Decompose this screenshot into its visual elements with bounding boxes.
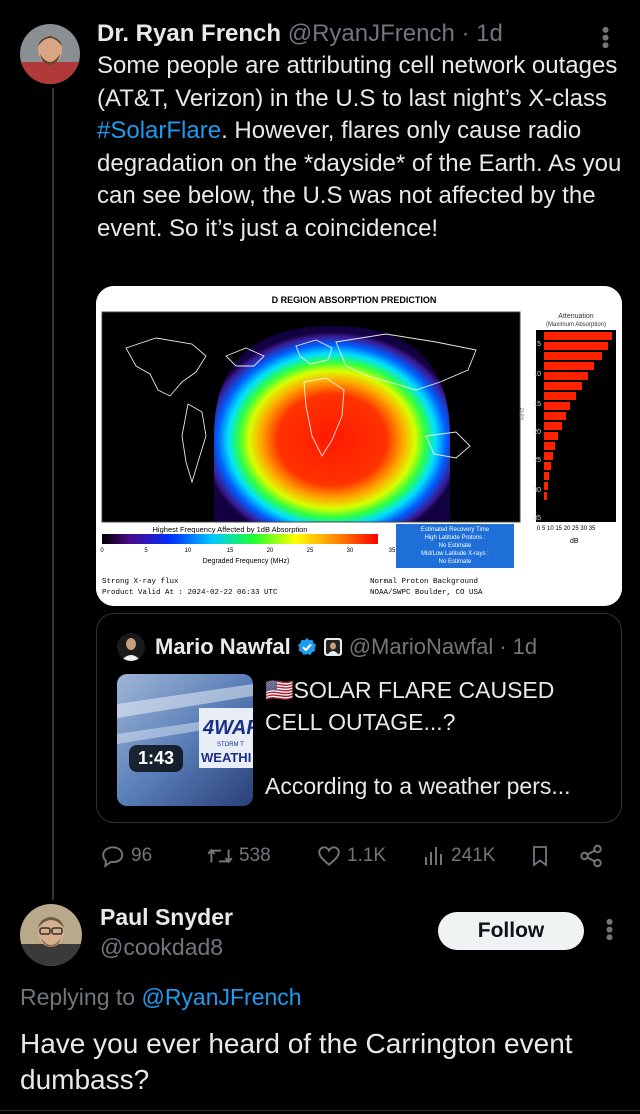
more-options-icon[interactable]: ••• bbox=[593, 26, 618, 49]
thumbnail-weather-text: WEATHI bbox=[201, 750, 251, 765]
source-credit: NOAA/SWPC Boulder, CO USA bbox=[370, 589, 483, 597]
bookmark-icon bbox=[533, 846, 547, 867]
colorbar-tick: 25 bbox=[307, 548, 314, 554]
tweet-body: Some people are attributing cell network… bbox=[97, 50, 627, 245]
video-thumbnail[interactable]: 4WAF STORM T WEATHI 1:43 bbox=[117, 674, 253, 806]
mhz-tick: 30 bbox=[533, 487, 541, 494]
follow-button[interactable]: Follow bbox=[438, 912, 584, 950]
product-valid: Product Valid At : 2024-02-22 06:33 UTC bbox=[102, 589, 278, 597]
recovery-line-5: No Estimate bbox=[439, 559, 472, 565]
tweet-action-bar: 96 538 1.1K 241K bbox=[100, 838, 610, 874]
quoted-author-handle[interactable]: @MarioNawfal bbox=[349, 634, 494, 660]
colorbar-tick: 20 bbox=[267, 548, 274, 554]
reply-count: 96 bbox=[131, 845, 153, 866]
quoted-tweet-time[interactable]: 1d bbox=[513, 634, 537, 660]
colorbar-tick: 35 bbox=[389, 548, 396, 554]
recovery-line-1: Estimated Recovery Time bbox=[421, 527, 490, 533]
quoted-author-name[interactable]: Mario Nawfal bbox=[155, 634, 291, 660]
views-button[interactable]: 241K bbox=[422, 838, 495, 874]
attenuation-subtitle: (Maximum Absorption) bbox=[546, 322, 606, 328]
db-ticks: 0 5 10 15 20 25 30 35 bbox=[537, 526, 596, 532]
mhz-tick: 20 bbox=[533, 429, 541, 436]
quoted-tweet-snippet: According to a weather pers... bbox=[265, 773, 571, 799]
colorbar-tick: 30 bbox=[347, 548, 354, 554]
db-label: dB bbox=[570, 538, 579, 545]
reply-more-options-icon[interactable]: ••• bbox=[597, 918, 622, 941]
like-button[interactable]: 1.1K bbox=[316, 838, 386, 874]
hashtag-link[interactable]: #SolarFlare bbox=[97, 117, 221, 144]
colorbar-tick: 15 bbox=[227, 548, 234, 554]
reply-body: Have you ever heard of the Carrington ev… bbox=[20, 1028, 573, 1095]
replying-to-mention[interactable]: @RyanJFrench bbox=[141, 984, 301, 1010]
mhz-tick: 25 bbox=[533, 457, 541, 464]
replying-to-prefix: Replying to bbox=[20, 984, 142, 1010]
colorbar-tick: 10 bbox=[185, 548, 192, 554]
replying-to-line: Replying to @RyanJFrench bbox=[20, 984, 302, 1011]
quoted-header-separator: · bbox=[499, 634, 507, 659]
reply-icon bbox=[102, 846, 124, 868]
quoted-author-avatar[interactable] bbox=[117, 633, 145, 661]
recovery-line-4: Mid/Low Latitude X-rays : bbox=[421, 551, 489, 557]
tweet-image[interactable]: D REGION ABSORPTION PREDICTION Attenuati… bbox=[96, 286, 622, 606]
share-icon bbox=[580, 844, 602, 868]
absorption-map bbox=[101, 311, 521, 523]
like-count: 1.1K bbox=[347, 845, 387, 866]
thread-connector-line bbox=[52, 88, 54, 900]
verified-badge-icon bbox=[297, 638, 316, 655]
video-duration: 1:43 bbox=[129, 745, 184, 772]
affiliate-badge-icon bbox=[323, 638, 342, 656]
views-icon bbox=[425, 847, 442, 865]
recovery-line-3: No Estimate bbox=[439, 543, 472, 549]
author-name[interactable]: Dr. Ryan French bbox=[97, 20, 281, 47]
proton-status: Normal Proton Background bbox=[370, 578, 478, 586]
author-handle[interactable]: @RyanJFrench bbox=[288, 20, 455, 47]
recovery-time-box: Estimated Recovery Time High Latitude Pr… bbox=[396, 524, 514, 568]
mhz-label: MHz bbox=[520, 408, 526, 420]
mhz-tick: 10 bbox=[533, 371, 541, 378]
thumbnail-logo-text: 4WAF bbox=[202, 717, 253, 739]
tweet-text-start: Some people are attributing cell network… bbox=[97, 52, 618, 112]
quoted-tweet-card[interactable]: Mario Nawfal @MarioNawfal · 1d 4WA STORM… bbox=[96, 613, 622, 823]
quoted-tweet-title: 🇺🇸SOLAR FLARE CAUSED CELL OUTAGE...? bbox=[265, 677, 555, 735]
author-avatar[interactable] bbox=[20, 24, 80, 84]
views-count: 241K bbox=[451, 845, 496, 866]
retweet-count: 538 bbox=[239, 845, 271, 866]
heart-icon bbox=[318, 846, 340, 866]
mhz-tick: 5 bbox=[537, 341, 541, 348]
attenuation-title: Attenuation bbox=[558, 313, 594, 320]
tweet-header: Dr. Ryan French @RyanJFrench · 1d bbox=[97, 18, 503, 50]
colorbar-title: Highest Frequency Affected by 1dB Absorp… bbox=[153, 525, 308, 534]
retweet-button[interactable]: 538 bbox=[206, 838, 271, 874]
reply-author-handle[interactable]: @cookdad8 bbox=[100, 934, 223, 961]
tweet-time[interactable]: 1d bbox=[476, 20, 503, 47]
colorbar-xlabel: Degraded Frequency (MHz) bbox=[203, 558, 290, 565]
reply-button[interactable]: 96 bbox=[100, 838, 152, 874]
divider bbox=[0, 1110, 640, 1111]
thumbnail-sub-text: STORM T bbox=[217, 742, 244, 748]
bookmark-button[interactable] bbox=[528, 838, 557, 874]
quoted-tweet-header: Mario Nawfal @MarioNawfal · 1d bbox=[117, 632, 537, 662]
reply-author-avatar[interactable] bbox=[20, 904, 82, 966]
mhz-tick: 35 bbox=[533, 515, 541, 522]
retweet-icon bbox=[207, 848, 233, 864]
flux-status: Strong X-ray flux bbox=[102, 578, 179, 586]
reply-author-name[interactable]: Paul Snyder bbox=[100, 904, 233, 931]
recovery-line-2: High Latitude Protons : bbox=[424, 535, 485, 541]
share-button[interactable] bbox=[578, 838, 609, 874]
header-separator: · bbox=[461, 20, 477, 47]
mhz-tick: 15 bbox=[533, 401, 541, 408]
chart-title: D REGION ABSORPTION PREDICTION bbox=[272, 295, 437, 305]
